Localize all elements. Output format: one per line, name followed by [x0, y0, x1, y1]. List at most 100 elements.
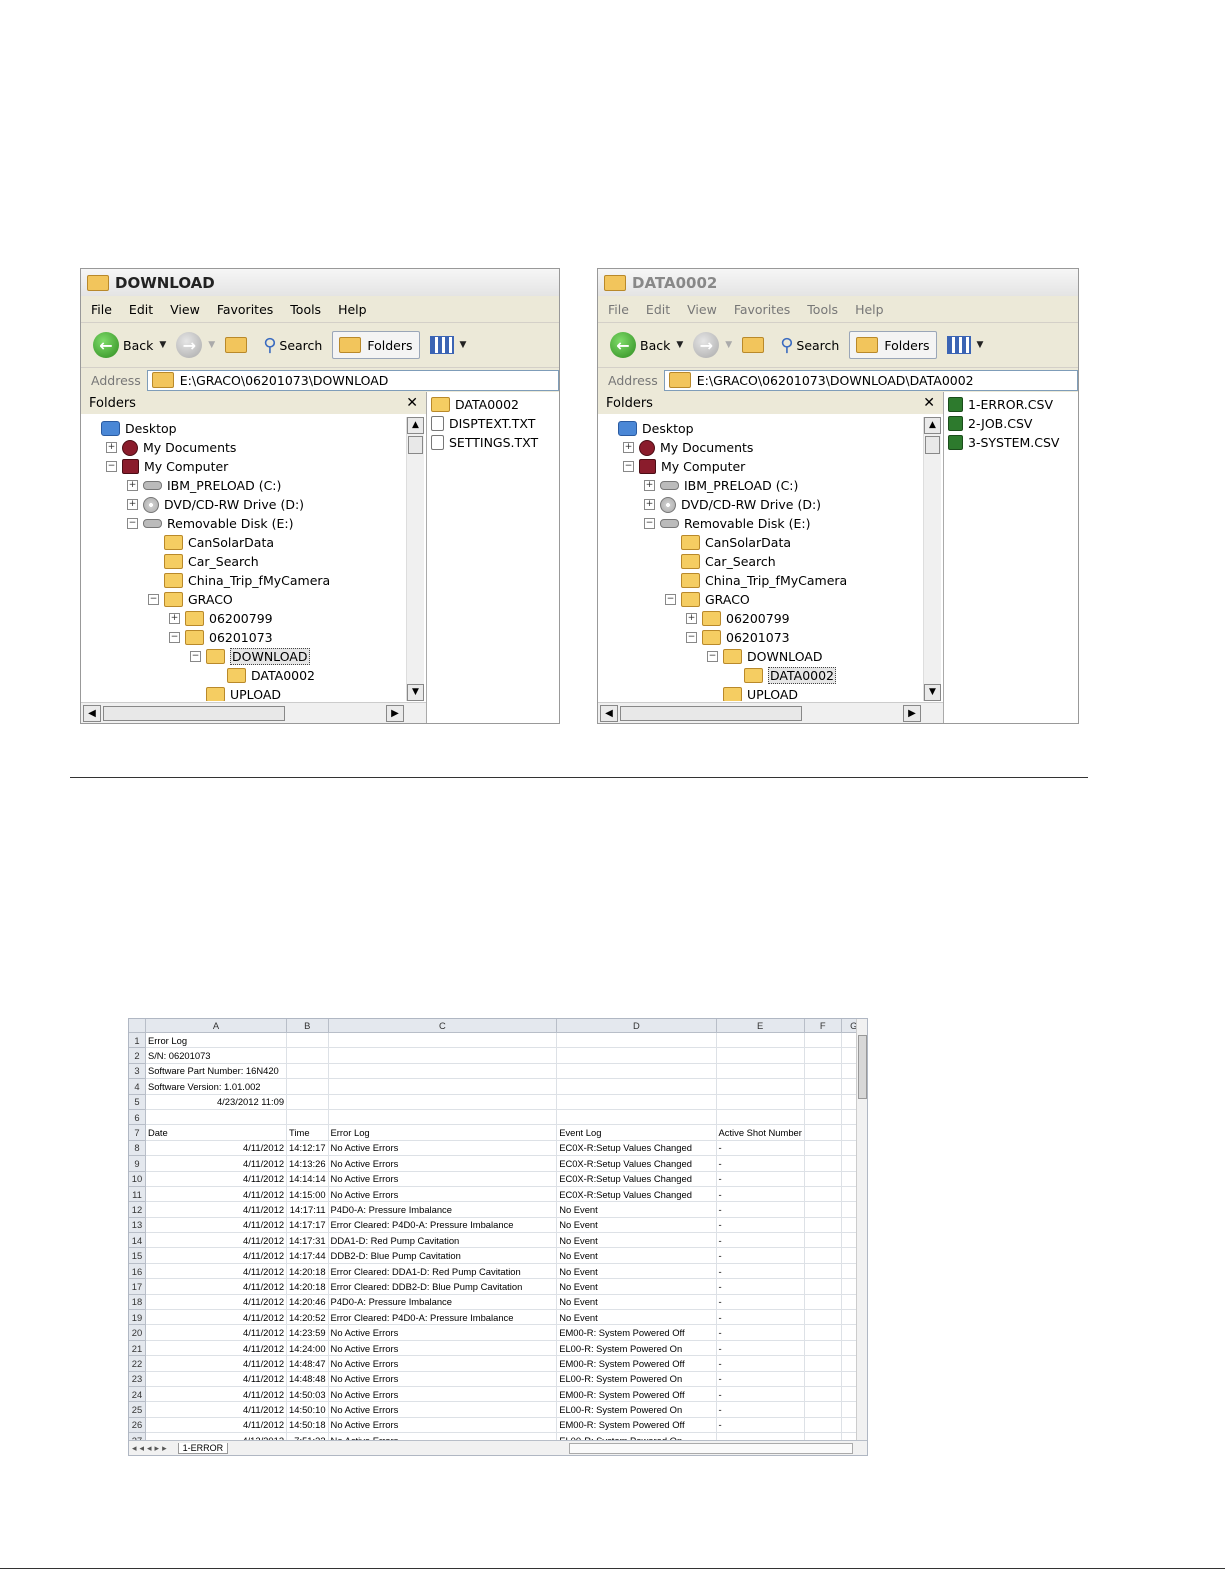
cell-a[interactable]: 4/11/2012: [145, 1340, 288, 1357]
vertical-scrollbar[interactable]: ▲ ▼: [923, 417, 941, 701]
row-number[interactable]: 4: [129, 1078, 146, 1095]
row-number[interactable]: 20: [129, 1324, 146, 1341]
search-button[interactable]: ⚲ Search: [780, 335, 839, 356]
cell-f[interactable]: [804, 1417, 842, 1434]
cell-d[interactable]: No Event: [556, 1217, 717, 1234]
cell-b[interactable]: 14:14:14: [286, 1171, 329, 1187]
scroll-thumb[interactable]: [103, 706, 285, 721]
cell-e[interactable]: [716, 1063, 805, 1080]
tree-item[interactable]: − Removable Disk (E:): [602, 514, 921, 533]
close-icon[interactable]: ✕: [923, 395, 935, 411]
row-number[interactable]: 1: [129, 1032, 146, 1049]
cell-c[interactable]: No Active Errors: [328, 1140, 558, 1157]
row-number[interactable]: 13: [129, 1217, 146, 1234]
cell-e[interactable]: -: [716, 1355, 805, 1372]
cell-f[interactable]: [804, 1063, 842, 1080]
cell-f[interactable]: [804, 1355, 842, 1372]
row-number[interactable]: 26: [129, 1417, 146, 1434]
scroll-down-icon[interactable]: ▼: [407, 684, 424, 701]
tree-item[interactable]: + DVD/CD-RW Drive (D:): [85, 495, 404, 514]
cell-e[interactable]: -: [716, 1232, 805, 1249]
cell-a[interactable]: 4/11/2012: [145, 1371, 288, 1387]
column-header[interactable]: B: [286, 1019, 329, 1033]
collapse-icon[interactable]: −: [127, 518, 138, 529]
tree-item[interactable]: UPLOAD: [602, 685, 921, 701]
cell-e[interactable]: -: [716, 1324, 805, 1341]
collapse-icon[interactable]: −: [623, 461, 634, 472]
row-number[interactable]: 15: [129, 1247, 146, 1264]
cell-e[interactable]: -: [716, 1294, 805, 1311]
row-number[interactable]: 16: [129, 1263, 146, 1280]
up-folder-button[interactable]: [225, 337, 253, 353]
cell-d[interactable]: EL00-R: System Powered On: [556, 1340, 717, 1357]
cell-e[interactable]: -: [716, 1140, 805, 1157]
row-number[interactable]: 5: [129, 1094, 146, 1110]
cell-c[interactable]: No Active Errors: [328, 1386, 558, 1403]
cell-f[interactable]: [804, 1278, 842, 1295]
row-number[interactable]: 9: [129, 1155, 146, 1172]
cell-b[interactable]: 14:15:00: [286, 1186, 329, 1203]
column-header[interactable]: A: [145, 1019, 288, 1033]
expand-icon[interactable]: +: [686, 613, 697, 624]
tree-item[interactable]: + My Documents: [602, 438, 921, 457]
cell-b[interactable]: [286, 1047, 329, 1064]
cell-c[interactable]: P4D0-A: Pressure Imbalance: [328, 1294, 558, 1311]
menu-help[interactable]: Help: [338, 302, 367, 317]
chevron-down-icon[interactable]: ▼: [159, 340, 166, 350]
cell-a[interactable]: 4/11/2012: [145, 1294, 288, 1311]
cell-d[interactable]: EM00-R: System Powered Off: [556, 1355, 717, 1372]
tree-item[interactable]: Desktop: [85, 419, 404, 438]
cell-d[interactable]: No Event: [556, 1294, 717, 1311]
menu-favorites[interactable]: Favorites: [734, 302, 790, 317]
row-number[interactable]: 18: [129, 1294, 146, 1311]
tree-item[interactable]: +06200799: [602, 609, 921, 628]
cell-c[interactable]: No Active Errors: [328, 1355, 558, 1372]
up-folder-button[interactable]: [742, 337, 770, 353]
window-title-bar[interactable]: DATA0002: [598, 269, 1078, 296]
collapse-icon[interactable]: −: [148, 594, 159, 605]
cell-d[interactable]: EC0X-R:Setup Values Changed: [556, 1155, 717, 1172]
cell-e[interactable]: -: [716, 1417, 805, 1434]
cell-c[interactable]: No Active Errors: [328, 1324, 558, 1341]
folders-button[interactable]: Folders: [849, 331, 937, 359]
row-number[interactable]: 22: [129, 1355, 146, 1372]
cell-a[interactable]: 4/11/2012: [145, 1171, 288, 1187]
cell-c[interactable]: No Active Errors: [328, 1171, 558, 1187]
collapse-icon[interactable]: −: [106, 461, 117, 472]
cell-e[interactable]: -: [716, 1171, 805, 1187]
expand-icon[interactable]: +: [644, 480, 655, 491]
expand-icon[interactable]: +: [623, 442, 634, 453]
file-item[interactable]: DATA0002: [427, 395, 559, 414]
cell-a[interactable]: 4/11/2012: [145, 1324, 288, 1341]
collapse-icon[interactable]: −: [190, 651, 201, 662]
file-item[interactable]: 3-SYSTEM.CSV: [944, 433, 1078, 452]
cell-c[interactable]: No Active Errors: [328, 1186, 558, 1203]
cell-e[interactable]: -: [716, 1217, 805, 1234]
row-number[interactable]: 8: [129, 1140, 146, 1157]
row-number[interactable]: 6: [129, 1109, 146, 1126]
tree-item[interactable]: − DOWNLOAD: [602, 647, 921, 666]
cell-f[interactable]: [804, 1386, 842, 1403]
cell-d[interactable]: Event Log: [556, 1124, 717, 1141]
cell-f[interactable]: [804, 1186, 842, 1203]
cell-f[interactable]: [804, 1171, 842, 1187]
cell-b[interactable]: 14:20:18: [286, 1263, 329, 1280]
cell-f[interactable]: [804, 1124, 842, 1141]
cell-e[interactable]: -: [716, 1309, 805, 1326]
cell-d[interactable]: EM00-R: System Powered Off: [556, 1417, 717, 1434]
cell-a[interactable]: 4/11/2012: [145, 1401, 288, 1418]
scroll-thumb[interactable]: [858, 1035, 867, 1099]
chevron-down-icon[interactable]: ▼: [676, 340, 683, 350]
cell-c[interactable]: No Active Errors: [328, 1340, 558, 1357]
cell-f[interactable]: [804, 1201, 842, 1218]
menu-file[interactable]: File: [608, 302, 629, 317]
menu-favorites[interactable]: Favorites: [217, 302, 273, 317]
cell-b[interactable]: [286, 1094, 329, 1110]
scroll-down-icon[interactable]: ▼: [924, 684, 941, 701]
menu-edit[interactable]: Edit: [646, 302, 670, 317]
cell-e[interactable]: -: [716, 1401, 805, 1418]
cell-c[interactable]: [328, 1032, 558, 1049]
cell-a[interactable]: 4/11/2012: [145, 1417, 288, 1434]
cell-f[interactable]: [804, 1094, 842, 1110]
back-button[interactable]: ← Back ▼: [610, 332, 683, 358]
